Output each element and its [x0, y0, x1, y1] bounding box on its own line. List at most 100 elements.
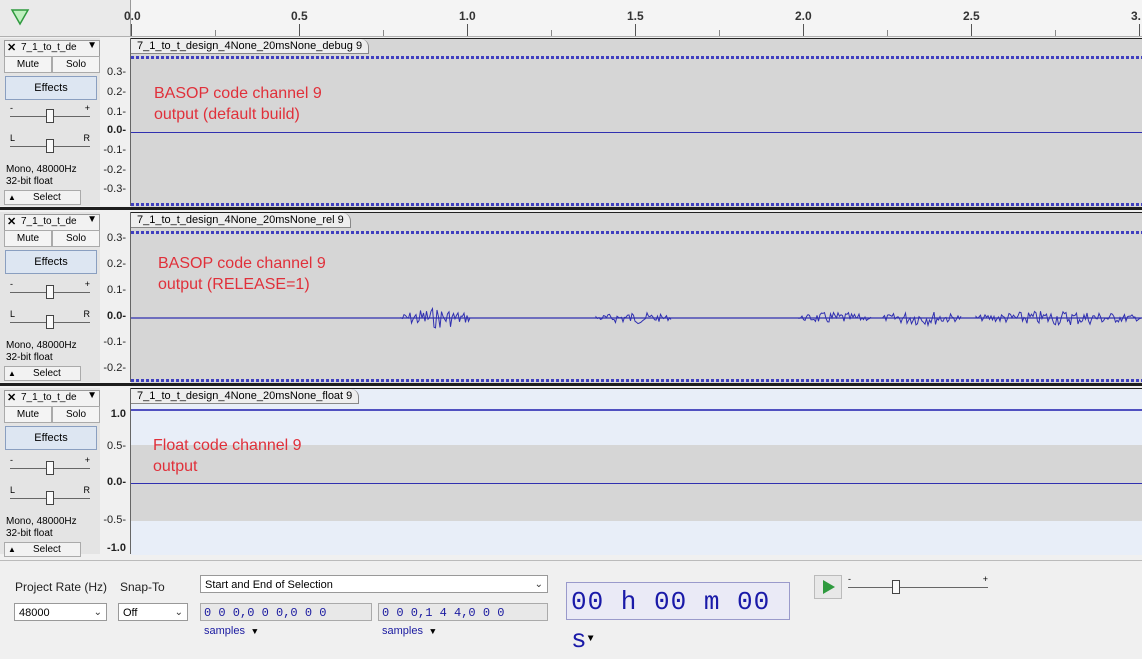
- scale-label: 0.5-: [107, 440, 126, 452]
- track-info: Mono, 48000Hz 32-bit float: [6, 516, 77, 540]
- pan-slider-thumb[interactable]: [46, 315, 54, 329]
- clip-title[interactable]: 7_1_to_t_design_4None_20msNone_float 9: [131, 389, 360, 404]
- annotation-line: BASOP code channel 9: [158, 255, 326, 272]
- annotation-text: Float code channel 9 output: [153, 435, 302, 477]
- dropdown-arrow-icon: ▼: [87, 40, 97, 51]
- scale-label: -0.1-: [103, 144, 126, 156]
- gain-slider[interactable]: - +: [10, 103, 90, 123]
- waveform-line: [131, 483, 1142, 484]
- solo-button[interactable]: Solo: [52, 406, 100, 423]
- select-button[interactable]: ▲ Select: [4, 542, 81, 557]
- gain-plus-label: +: [84, 279, 90, 289]
- pan-right-label: R: [83, 309, 91, 319]
- timeline-pin-button[interactable]: [8, 6, 32, 28]
- pan-right-label: R: [83, 133, 91, 143]
- gain-slider-thumb[interactable]: [46, 285, 54, 299]
- play-speed-thumb[interactable]: [892, 580, 900, 594]
- project-rate-select[interactable]: 48000 ⌄: [14, 603, 107, 621]
- chevron-down-icon: ⌄: [534, 579, 543, 590]
- track-name-menu[interactable]: ✕ 7_1_to_t_de ▼: [4, 390, 100, 407]
- track-info: Mono, 48000Hz 32-bit float: [6, 340, 77, 364]
- timeline-tick-label: 0.5: [291, 9, 308, 23]
- waveform-line: [131, 132, 1142, 133]
- gain-slider-thumb[interactable]: [46, 109, 54, 123]
- select-button[interactable]: ▲ Select: [4, 366, 81, 381]
- sample-rate-info: Mono, 48000Hz: [6, 340, 77, 351]
- clip-indicator: [131, 56, 1142, 59]
- audio-position-display[interactable]: 00 h 00 m 00 s▼: [566, 582, 790, 655]
- solo-button[interactable]: Solo: [52, 56, 100, 73]
- play-icon: [823, 580, 835, 594]
- mute-button[interactable]: Mute: [4, 406, 52, 423]
- chevron-down-icon: ⌄: [174, 607, 183, 618]
- clip-title[interactable]: 7_1_to_t_design_4None_20msNone_debug 9: [131, 39, 370, 54]
- sample-format-info: 32-bit float: [6, 528, 53, 539]
- track-divider[interactable]: [0, 207, 1142, 210]
- timeline-tick-label: 2.5: [963, 9, 980, 23]
- close-icon[interactable]: ✕: [7, 215, 16, 228]
- select-button[interactable]: ▲ Select: [4, 190, 81, 205]
- solo-button[interactable]: Solo: [52, 230, 100, 247]
- dropdown-arrow-icon[interactable]: ▼: [430, 627, 435, 637]
- selection-start-value: 0 0 0,0 0 0,0 0 0: [204, 606, 327, 620]
- sample-rate-info: Mono, 48000Hz: [6, 164, 77, 175]
- pan-slider-thumb[interactable]: [46, 139, 54, 153]
- waveform-svg: [131, 306, 1142, 329]
- annotation-line: BASOP code channel 9: [154, 85, 322, 102]
- selection-end-time[interactable]: 0 0 0,1 4 4,0 0 0 samples ▼: [378, 603, 548, 637]
- gain-minus-label: -: [10, 279, 13, 289]
- scale-label: 0.2-: [107, 86, 126, 98]
- selection-start-time[interactable]: 0 0 0,0 0 0,0 0 0 samples ▼: [200, 603, 372, 637]
- timeline-ruler[interactable]: 0.0 0.5 1.0 1.5 2.0 2.5 3.: [124, 0, 1142, 36]
- pan-left-label: L: [10, 485, 16, 495]
- project-rate-label: Project Rate (Hz): [15, 580, 108, 594]
- play-speed-slider[interactable]: - +: [848, 574, 988, 594]
- selection-mode-select[interactable]: Start and End of Selection ⌄: [200, 575, 548, 593]
- pan-slider[interactable]: L R: [10, 133, 91, 153]
- timeline[interactable]: 0.0 0.5 1.0 1.5 2.0 2.5 3.: [0, 0, 1142, 37]
- effects-button[interactable]: Effects: [5, 426, 97, 450]
- collapse-arrow-icon[interactable]: ▲: [8, 191, 16, 204]
- pan-slider[interactable]: L R: [10, 309, 91, 329]
- scale-label: 0.1-: [107, 106, 126, 118]
- dropdown-arrow-icon[interactable]: ▼: [588, 634, 595, 645]
- waveform-area[interactable]: 7_1_to_t_design_4None_20msNone_rel 9 BAS…: [131, 212, 1142, 383]
- scale-label: -1.0: [107, 542, 126, 554]
- close-icon[interactable]: ✕: [7, 41, 16, 54]
- play-at-speed-button[interactable]: [814, 575, 842, 599]
- scale-label: 1.0: [110, 408, 126, 420]
- collapse-arrow-icon[interactable]: ▲: [8, 543, 16, 556]
- pan-slider-thumb[interactable]: [46, 491, 54, 505]
- project-rate-value: 48000: [19, 607, 50, 619]
- scale-label: -0.3-: [103, 183, 126, 195]
- dropdown-arrow-icon[interactable]: ▼: [252, 627, 257, 637]
- waveform-area[interactable]: 7_1_to_t_design_4None_20msNone_float 9 F…: [131, 388, 1142, 555]
- pan-slider[interactable]: L R: [10, 485, 91, 505]
- mute-button[interactable]: Mute: [4, 56, 52, 73]
- collapse-arrow-icon[interactable]: ▲: [8, 367, 16, 380]
- gain-slider[interactable]: - +: [10, 455, 90, 475]
- track-divider[interactable]: [0, 383, 1142, 386]
- waveform-area[interactable]: 7_1_to_t_design_4None_20msNone_debug 9 B…: [131, 38, 1142, 207]
- gain-slider[interactable]: - +: [10, 279, 90, 299]
- scale-label: 0.0-: [107, 310, 126, 322]
- effects-button[interactable]: Effects: [5, 250, 97, 274]
- scale-label: -0.2-: [103, 362, 126, 374]
- timeline-tick-label: 1.0: [459, 9, 476, 23]
- track-name-menu[interactable]: ✕ 7_1_to_t_de ▼: [4, 40, 100, 57]
- scale-label: 0.1-: [107, 284, 126, 296]
- gain-slider-thumb[interactable]: [46, 461, 54, 475]
- track-name-menu[interactable]: ✕ 7_1_to_t_de ▼: [4, 214, 100, 231]
- annotation-line: Float code channel 9: [153, 437, 302, 454]
- mute-button[interactable]: Mute: [4, 230, 52, 247]
- snap-to-label: Snap-To: [120, 580, 165, 594]
- select-label: Select: [33, 192, 61, 203]
- select-label: Select: [33, 544, 61, 555]
- effects-button[interactable]: Effects: [5, 76, 97, 100]
- close-icon[interactable]: ✕: [7, 391, 16, 404]
- clip-title[interactable]: 7_1_to_t_design_4None_20msNone_rel 9: [131, 213, 351, 228]
- track-name: 7_1_to_t_de: [21, 392, 77, 403]
- track-name: 7_1_to_t_de: [21, 42, 77, 53]
- snap-to-select[interactable]: Off ⌄: [118, 603, 188, 621]
- pan-right-label: R: [83, 485, 91, 495]
